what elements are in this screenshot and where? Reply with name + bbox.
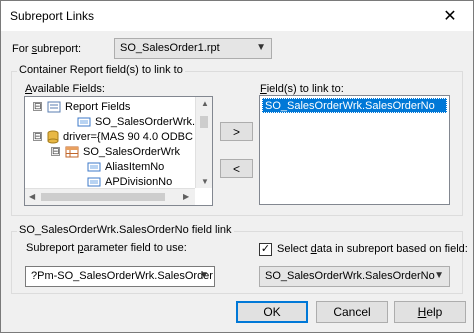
tree-item-database[interactable]: ⊟ driver={MAS 90 4.0 ODBC D <box>33 129 204 144</box>
cancel-button[interactable]: Cancel <box>316 301 388 323</box>
select-data-label[interactable]: Select data in subreport based on field: <box>277 243 468 255</box>
tree-item-label: driver={MAS 90 4.0 ODBC D <box>63 130 204 143</box>
field-icon <box>87 162 101 171</box>
horizontal-scrollbar[interactable]: ◀ ▶ <box>25 188 195 205</box>
add-field-button[interactable]: > <box>220 122 253 141</box>
tree-item-sales-field[interactable]: SO_SalesOrderWrk.Sale <box>77 114 212 129</box>
scroll-down-icon[interactable]: ▼ <box>201 177 209 186</box>
field-icon <box>77 117 91 126</box>
for-subreport-value: SO_SalesOrder1.rpt <box>120 42 220 54</box>
chevron-down-icon: ▼ <box>256 42 266 53</box>
select-data-field-combo[interactable]: SO_SalesOrderWrk.SalesOrderNo ▼ <box>259 266 450 287</box>
remove-field-button[interactable]: < <box>220 159 253 178</box>
tree-item-alias-item-no[interactable]: AliasItemNo <box>87 159 164 174</box>
dialog-title: Subreport Links <box>10 9 95 23</box>
title-bar: Subreport Links ✕ <box>1 1 473 31</box>
collapse-icon[interactable]: ⊟ <box>33 132 42 141</box>
scroll-up-icon[interactable]: ▲ <box>201 99 209 108</box>
chevron-down-icon: ▼ <box>434 270 444 281</box>
available-fields-label: Available Fields: <box>25 83 105 95</box>
tree-item-label: Report Fields <box>65 100 131 113</box>
select-data-field-value: SO_SalesOrderWrk.SalesOrderNo <box>265 270 435 282</box>
collapse-icon[interactable]: ⊟ <box>51 147 60 156</box>
scroll-right-icon[interactable]: ▶ <box>183 192 189 201</box>
ok-button[interactable]: OK <box>236 301 308 323</box>
for-subreport-label: For subreport: <box>12 43 82 55</box>
scroll-left-icon[interactable]: ◀ <box>29 192 35 201</box>
collapse-icon[interactable]: ⊟ <box>33 102 42 111</box>
fields-to-link-label: Field(s) to link to: <box>260 83 344 95</box>
chevron-down-icon: ▼ <box>199 270 209 281</box>
field-link-groupbox-title: SO_SalesOrderWrk.SalesOrderNo field link <box>17 224 234 236</box>
linked-field-item[interactable]: SO_SalesOrderWrk.SalesOrderNo <box>262 98 447 113</box>
subreport-links-dialog: Subreport Links ✕ For subreport: SO_Sale… <box>0 0 474 333</box>
tree-item-label: APDivisionNo <box>105 175 173 188</box>
parameter-field-value: ?Pm-SO_SalesOrderWrk.SalesOrder <box>31 270 213 282</box>
select-data-checkbox[interactable]: ✓ <box>259 243 272 256</box>
scroll-thumb[interactable] <box>200 116 208 128</box>
close-icon[interactable]: ✕ <box>427 1 473 31</box>
for-subreport-combo[interactable]: SO_SalesOrder1.rpt ▼ <box>114 38 272 59</box>
help-button[interactable]: Help <box>394 301 466 323</box>
report-fields-icon <box>47 101 61 112</box>
scroll-thumb[interactable] <box>41 193 165 201</box>
field-icon <box>87 177 101 186</box>
fields-to-link-list[interactable]: SO_SalesOrderWrk.SalesOrderNo <box>259 95 450 205</box>
tree-item-label: SO_SalesOrderWrk <box>83 145 180 158</box>
tree-item-report-fields[interactable]: ⊟ Report Fields <box>33 99 130 114</box>
table-icon <box>65 146 79 157</box>
container-groupbox-title: Container Report field(s) to link to <box>17 64 185 76</box>
database-icon <box>47 130 59 143</box>
tree-item-table[interactable]: ⊟ SO_SalesOrderWrk <box>51 144 180 159</box>
tree-item-label: AliasItemNo <box>105 160 165 173</box>
vertical-scrollbar[interactable]: ▲ ▼ <box>195 97 212 188</box>
tree-item-ap-division-no[interactable]: APDivisionNo <box>87 174 172 189</box>
parameter-field-combo[interactable]: ?Pm-SO_SalesOrderWrk.SalesOrder ▼ <box>25 266 215 287</box>
available-fields-tree[interactable]: ⊟ Report Fields SO_SalesOrderWrk.Sale ⊟ … <box>24 96 213 206</box>
parameter-field-label: Subreport parameter field to use: <box>26 242 187 254</box>
